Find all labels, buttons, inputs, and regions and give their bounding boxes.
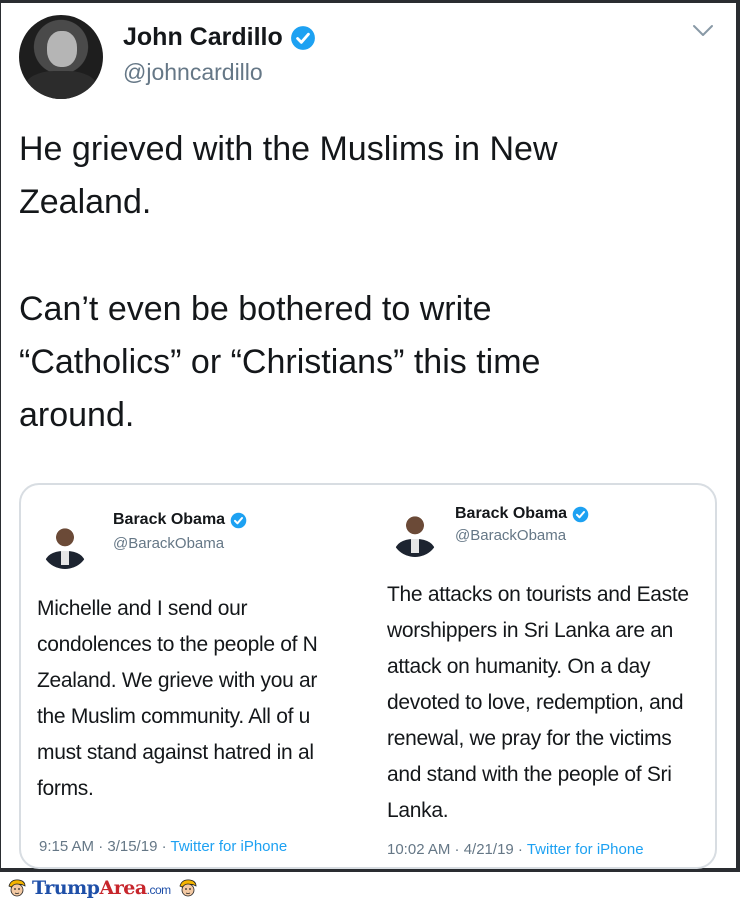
verified-badge-icon xyxy=(572,506,589,522)
embedded-text-line: attack on humanity. On a day xyxy=(387,655,651,678)
embedded-text-line: the Muslim community. All of u xyxy=(37,705,311,728)
embedded-text-line: forms. xyxy=(37,777,94,800)
embedded-author-name: Barack Obama xyxy=(113,511,226,528)
author-avatar[interactable] xyxy=(19,15,103,99)
embedded-author-name-row: Barack Obama xyxy=(455,505,589,523)
tweet-text-line: “Catholics” or “Christians” this time xyxy=(19,343,541,381)
embedded-source: Twitter for iPhone xyxy=(170,838,288,855)
avatar-face xyxy=(47,31,77,67)
embedded-text-line: Lanka. xyxy=(387,799,449,822)
embedded-text-line: devoted to love, redemption, and xyxy=(387,691,684,714)
embedded-text-line: renewal, we pray for the victims xyxy=(387,727,672,750)
author-handle[interactable]: @johncardillo xyxy=(123,59,263,86)
tweet-body: He grieved with the Muslims in New Zeala… xyxy=(19,123,709,442)
verified-badge-icon xyxy=(290,25,315,50)
tweet-header: John Cardillo @johncardillo xyxy=(19,11,719,99)
embedded-author-handle: @BarackObama xyxy=(113,535,225,552)
embedded-text-line: Zealand. We grieve with you ar xyxy=(37,669,318,692)
author-name-row[interactable]: John Cardillo xyxy=(123,23,316,52)
embedded-text-line: Michelle and I send our xyxy=(37,597,248,620)
embedded-text-line: The attacks on tourists and Easte xyxy=(387,583,689,606)
avatar-shirt xyxy=(61,551,69,565)
embedded-author-name: Barack Obama xyxy=(455,505,568,522)
chevron-down-icon[interactable] xyxy=(691,23,715,39)
embedded-text-line: worshippers in Sri Lanka are an xyxy=(387,619,674,642)
tweet-text-line: around. xyxy=(19,396,135,434)
embedded-source: Twitter for iPhone xyxy=(526,841,644,858)
tweet-text-line: Can’t even be bothered to write xyxy=(19,290,492,328)
embedded-tweet-right: Barack Obama @BarackObama The attacks on… xyxy=(379,485,715,867)
embedded-tweet-meta: 10:02 AM · 4/21/19 · Twitter for iPhone xyxy=(387,841,644,858)
logo-part-domain: .com xyxy=(146,882,172,897)
verified-badge-icon xyxy=(230,512,247,528)
embedded-text-line: and stand with the people of Sri xyxy=(387,763,672,786)
cartoon-head-icon xyxy=(8,878,26,896)
tweet-text-line: He grieved with the Muslims in New xyxy=(19,130,558,168)
obama-avatar xyxy=(41,521,89,569)
embedded-tweet-text: The attacks on tourists and Easte worshi… xyxy=(387,577,689,829)
embedded-author-name-row: Barack Obama xyxy=(113,511,247,529)
embedded-author-handle: @BarackObama xyxy=(455,527,567,544)
embedded-image-card[interactable]: Barack Obama @BarackObama Michelle and I… xyxy=(19,483,717,869)
embedded-text-line: must stand against hatred in al xyxy=(37,741,314,764)
avatar-shoulders xyxy=(25,71,97,99)
embedded-timestamp: 10:02 AM · 4/21/19 · xyxy=(387,841,527,858)
watermark-footer: TrumpArea.com xyxy=(0,874,740,901)
cartoon-head-icon xyxy=(179,878,197,896)
watermark-logo[interactable]: TrumpArea.com xyxy=(32,877,171,899)
author-name[interactable]: John Cardillo xyxy=(123,23,283,52)
obama-avatar xyxy=(391,509,439,557)
embedded-tweet-text: Michelle and I send our condolences to t… xyxy=(37,591,318,807)
embedded-tweet-meta: 9:15 AM · 3/15/19 · Twitter for iPhone xyxy=(39,838,287,855)
logo-part-trump: Trump xyxy=(32,876,100,899)
embedded-timestamp: 9:15 AM · 3/15/19 · xyxy=(39,838,171,855)
logo-part-area: Area xyxy=(99,876,147,899)
tweet-screenshot-frame: John Cardillo @johncardillo He grieved w… xyxy=(0,0,740,872)
avatar-shirt xyxy=(411,539,419,553)
embedded-text-line: condolences to the people of N xyxy=(37,633,318,656)
embedded-tweet-left: Barack Obama @BarackObama Michelle and I… xyxy=(21,485,373,867)
tweet-text-line: Zealand. xyxy=(19,183,152,221)
